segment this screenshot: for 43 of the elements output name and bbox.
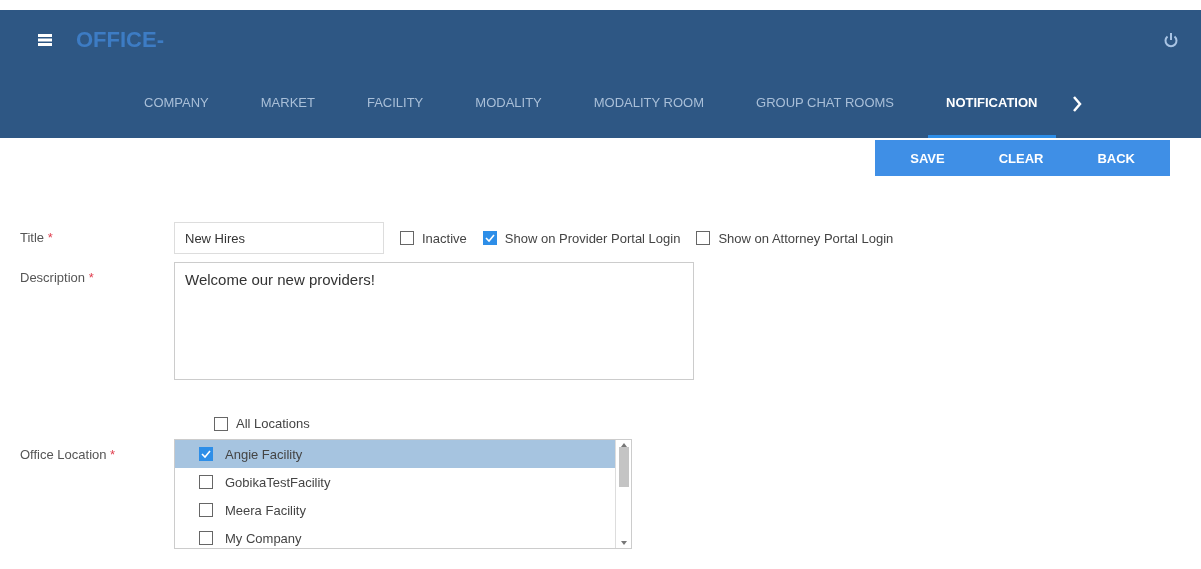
location-label: Angie Facility — [225, 446, 303, 462]
checkbox[interactable] — [199, 475, 213, 489]
checkbox-label: Inactive — [422, 230, 467, 246]
action-button[interactable]: SAVE — [883, 140, 972, 176]
nav-tab[interactable]: MODALITY — [457, 70, 560, 138]
field-label: Office Location * — [20, 446, 117, 462]
nav-tab[interactable]: GROUP CHAT ROOMS — [738, 70, 912, 138]
chevron-right-icon[interactable] — [1071, 95, 1082, 113]
checkbox[interactable] — [400, 231, 414, 245]
location-item[interactable]: My Company — [175, 524, 615, 548]
checkbox[interactable] — [482, 231, 497, 245]
action-button[interactable]: BACK — [1070, 140, 1162, 176]
action-button[interactable]: CLEAR — [971, 140, 1071, 176]
scrollbar-thumb[interactable] — [618, 447, 629, 487]
check-icon — [201, 449, 211, 459]
menu-icon[interactable] — [38, 34, 52, 46]
checkbox-label: Show on Attorney Portal Login — [718, 230, 894, 246]
nav-tab[interactable]: FACILITY — [348, 70, 442, 138]
location-item[interactable]: Meera Facility — [175, 496, 615, 524]
checkbox-label: All Locations — [236, 416, 310, 431]
nav-tab[interactable]: MODALITY ROOM — [575, 70, 723, 138]
checkbox[interactable] — [696, 231, 711, 245]
check-icon — [484, 233, 495, 243]
location-item[interactable]: GobikaTestFacility — [175, 468, 615, 496]
field-label: Description * — [20, 269, 95, 285]
checkbox-label: Show on Provider Portal Login — [504, 230, 681, 246]
checkbox[interactable] — [214, 416, 228, 431]
scrollbar[interactable] — [615, 440, 631, 548]
field-label: Title * — [20, 229, 54, 245]
checkbox[interactable] — [199, 447, 213, 461]
location-label: Meera Facility — [225, 502, 306, 518]
location-label: My Company — [225, 530, 302, 546]
location-label: GobikaTestFacility — [225, 474, 331, 490]
checkbox[interactable] — [199, 531, 213, 545]
nav-tab[interactable]: MARKET — [242, 70, 333, 138]
description-input[interactable]: Welcome our new providers! — [174, 262, 694, 380]
nav-tab[interactable]: COMPANY — [126, 70, 227, 138]
checkbox[interactable] — [199, 503, 213, 517]
scroll-down-icon[interactable] — [620, 541, 627, 545]
location-item[interactable]: Angie Facility — [175, 440, 615, 468]
title-input[interactable]: New Hires — [174, 222, 384, 254]
brand-title: OFFICE- — [76, 27, 165, 53]
power-icon[interactable] — [1163, 32, 1179, 48]
